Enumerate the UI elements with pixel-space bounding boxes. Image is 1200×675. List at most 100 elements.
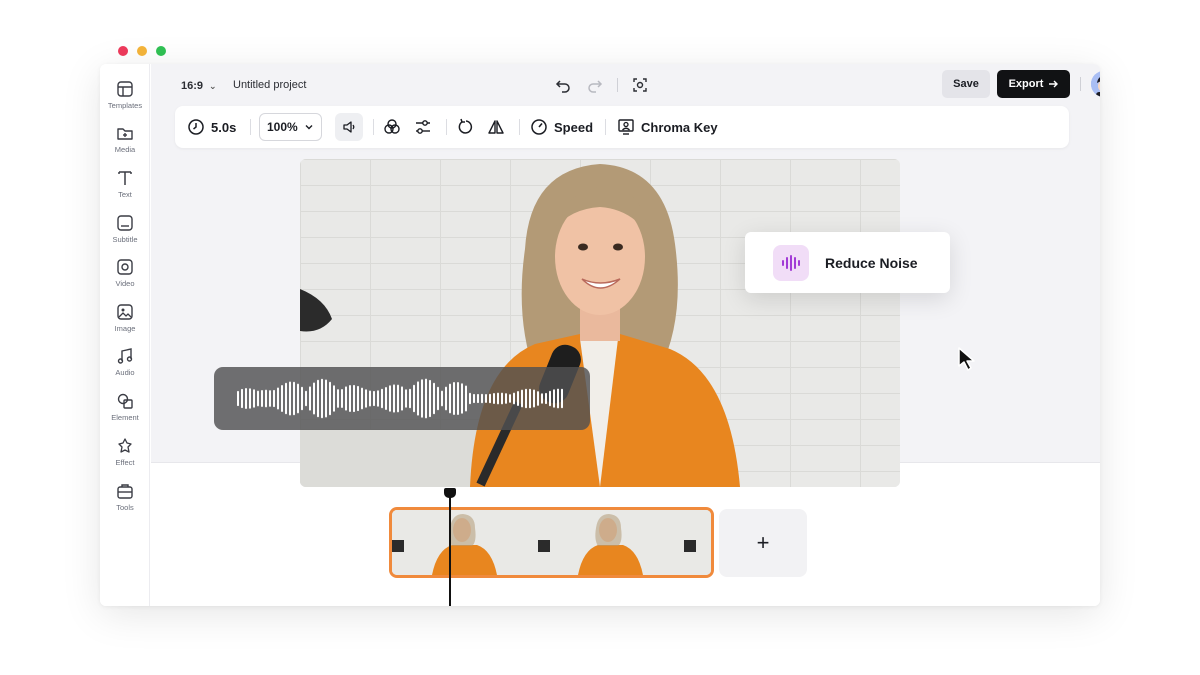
duration-value: 5.0s — [211, 119, 237, 135]
avatar[interactable] — [1091, 71, 1100, 97]
reduce-noise-label: Reduce Noise — [825, 254, 918, 271]
video-clip[interactable] — [389, 507, 714, 578]
duration-control[interactable]: 5.0s — [187, 106, 236, 148]
export-button[interactable]: Export — [997, 70, 1070, 98]
effect-icon — [118, 438, 132, 453]
text-icon — [118, 171, 132, 185]
chroma-key-icon — [618, 119, 634, 135]
sidebar-item-element[interactable]: Element — [100, 392, 150, 422]
templates-icon — [117, 81, 133, 97]
plus-icon: + — [756, 530, 770, 555]
subtitle-icon — [117, 215, 133, 231]
sidebar-item-label: Image — [114, 324, 136, 333]
editor-window: Templates Media Text Subtitle Video Imag… — [100, 64, 1100, 606]
thumbnail — [392, 510, 538, 575]
sidebar-item-audio[interactable]: Audio — [100, 347, 150, 377]
divider — [1080, 77, 1081, 91]
screenshot-button[interactable] — [630, 75, 650, 95]
sidebar-item-label: Effect — [115, 458, 135, 467]
sidebar-item-text[interactable]: Text — [100, 169, 150, 199]
sidebar-item-tools[interactable]: Tools — [100, 482, 150, 512]
mouse-cursor-icon — [957, 346, 979, 377]
speaker-icon — [343, 121, 355, 133]
playhead-handle[interactable] — [444, 488, 456, 498]
media-icon — [117, 128, 133, 140]
sidebar-item-label: Tools — [116, 503, 134, 512]
sidebar-item-effect[interactable]: Effect — [100, 437, 150, 467]
sidebar-item-label: Audio — [115, 368, 135, 377]
close-dot[interactable] — [118, 46, 128, 56]
divider — [250, 119, 251, 135]
maximize-dot[interactable] — [156, 46, 166, 56]
thumbnail — [538, 510, 684, 575]
audio-waveform — [214, 367, 590, 430]
speedometer-icon — [531, 119, 547, 135]
sidebar: Templates Media Text Subtitle Video Imag… — [100, 64, 150, 606]
sidebar-item-templates[interactable]: Templates — [100, 80, 150, 110]
sidebar-item-subtitle[interactable]: Subtitle — [100, 214, 150, 244]
history-controls — [553, 75, 650, 95]
volume-button[interactable] — [335, 113, 363, 141]
sidebar-item-label: Video — [115, 279, 135, 288]
divider — [373, 119, 374, 135]
divider — [519, 119, 520, 135]
project-name[interactable]: Untitled project — [233, 79, 306, 91]
sidebar-item-label: Text — [118, 190, 132, 199]
rotate-button[interactable] — [457, 106, 475, 148]
playhead[interactable] — [449, 489, 451, 606]
soundwave-icon — [782, 254, 800, 271]
video-icon — [117, 259, 133, 275]
chevron-down-icon — [305, 125, 313, 130]
sidebar-item-label: Media — [114, 145, 136, 154]
aspect-ratio-select[interactable]: 16:9 ⌄ — [181, 80, 217, 92]
speed-label: Speed — [554, 119, 594, 135]
sidebar-item-media[interactable]: Media — [100, 124, 150, 154]
audio-icon — [117, 348, 133, 364]
divider — [446, 119, 447, 135]
image-icon — [117, 304, 133, 320]
reduce-noise-button[interactable]: Reduce Noise — [745, 232, 950, 293]
tools-icon — [117, 484, 133, 499]
undo-icon — [555, 80, 570, 93]
video-preview[interactable] — [300, 159, 900, 487]
divider — [617, 78, 618, 92]
thumbnail — [684, 510, 711, 575]
save-button[interactable]: Save — [942, 70, 990, 98]
waveform-graphic — [237, 378, 563, 419]
sliders-icon — [416, 120, 430, 134]
capture-icon — [633, 78, 647, 92]
filter-button[interactable] — [383, 106, 401, 148]
flip-button[interactable] — [487, 106, 505, 148]
user-avatar-icon — [1091, 71, 1100, 97]
clip-thumbnails — [392, 510, 711, 575]
flip-icon — [488, 120, 504, 134]
chevron-down-icon: ⌄ — [209, 80, 217, 91]
edit-toolbar: 5.0s 100% Speed Chroma Key — [175, 106, 1069, 148]
sidebar-item-label: Subtitle — [112, 235, 138, 244]
chroma-key-label: Chroma Key — [641, 119, 718, 135]
adjust-button[interactable] — [414, 106, 432, 148]
minimize-dot[interactable] — [137, 46, 147, 56]
divider — [605, 119, 606, 135]
zoom-select[interactable]: 100% — [259, 113, 322, 141]
sidebar-item-label: Element — [111, 413, 139, 422]
undo-button[interactable] — [553, 75, 573, 95]
window-controls — [118, 46, 166, 56]
chroma-key-button[interactable]: Chroma Key — [617, 106, 718, 148]
filter-icon — [384, 119, 400, 134]
reduce-noise-icon — [773, 244, 809, 281]
app-stage: Templates Media Text Subtitle Video Imag… — [0, 0, 1200, 675]
sidebar-item-image[interactable]: Image — [100, 303, 150, 333]
sidebar-item-label: Templates — [107, 101, 143, 110]
arrow-right-icon — [1049, 80, 1059, 88]
redo-button[interactable] — [585, 75, 605, 95]
podcaster-image — [300, 164, 740, 487]
sidebar-item-video[interactable]: Video — [100, 258, 150, 288]
add-clip-button[interactable]: + — [719, 509, 807, 577]
rotate-icon — [458, 118, 473, 134]
export-label: Export — [1008, 78, 1044, 90]
aspect-ratio-value: 16:9 — [181, 80, 204, 92]
clock-icon — [188, 119, 204, 135]
element-icon — [117, 393, 133, 409]
speed-button[interactable]: Speed — [530, 106, 593, 148]
